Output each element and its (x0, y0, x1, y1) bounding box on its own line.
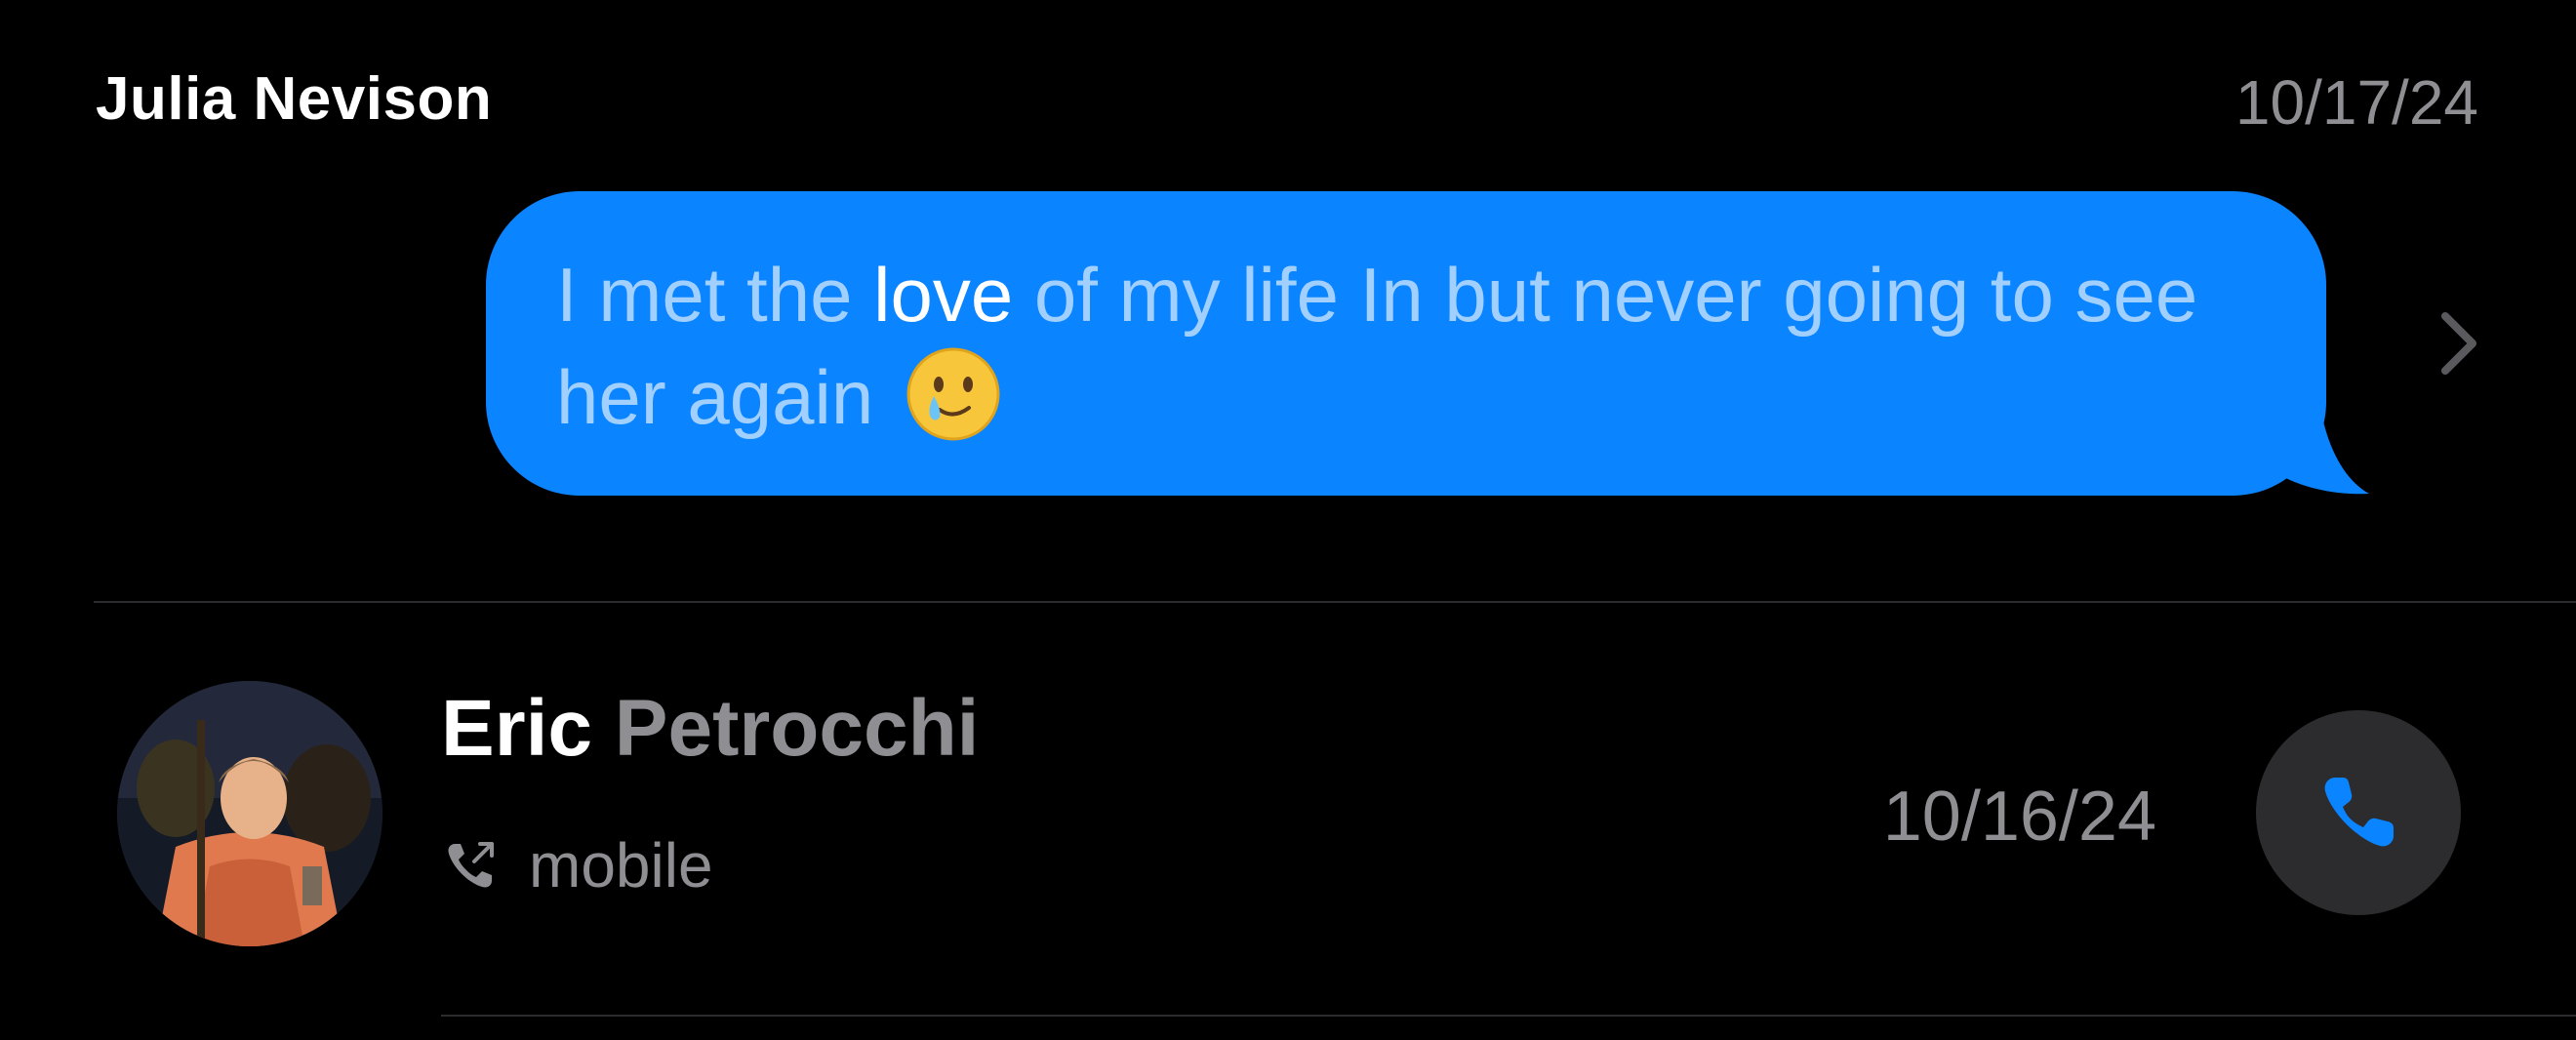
contact-avatar[interactable] (117, 681, 382, 946)
message-sender-name: Julia Nevison (96, 65, 493, 133)
phone-icon (2324, 778, 2394, 847)
section-divider (94, 601, 2576, 603)
outgoing-call-icon (448, 842, 494, 888)
row-divider (441, 1015, 2576, 1017)
call-type-row: mobile (441, 829, 713, 901)
call-date: 10/16/24 (1882, 778, 2156, 856)
message-bubble-container[interactable]: I met the love of my life In but never g… (486, 191, 2369, 496)
messages-screen: Julia Nevison 10/17/24 I met the love of… (0, 0, 2576, 1040)
message-text-highlight[interactable]: love (873, 252, 1013, 338)
message-text-before: I met the (556, 252, 874, 338)
chevron-right-icon[interactable] (2434, 310, 2484, 377)
message-date: 10/17/24 (2234, 67, 2478, 138)
avatar-photo (117, 681, 382, 946)
face-holding-back-tears-emoji-icon (906, 347, 1000, 441)
call-type-label: mobile (529, 830, 713, 900)
message-bubble[interactable]: I met the love of my life In but never g… (486, 191, 2326, 496)
contact-name[interactable]: Eric Petrocchi (441, 683, 979, 775)
contact-first-name: Eric (441, 684, 592, 773)
call-button[interactable] (2256, 710, 2461, 915)
contact-last-name: Petrocchi (592, 684, 980, 773)
